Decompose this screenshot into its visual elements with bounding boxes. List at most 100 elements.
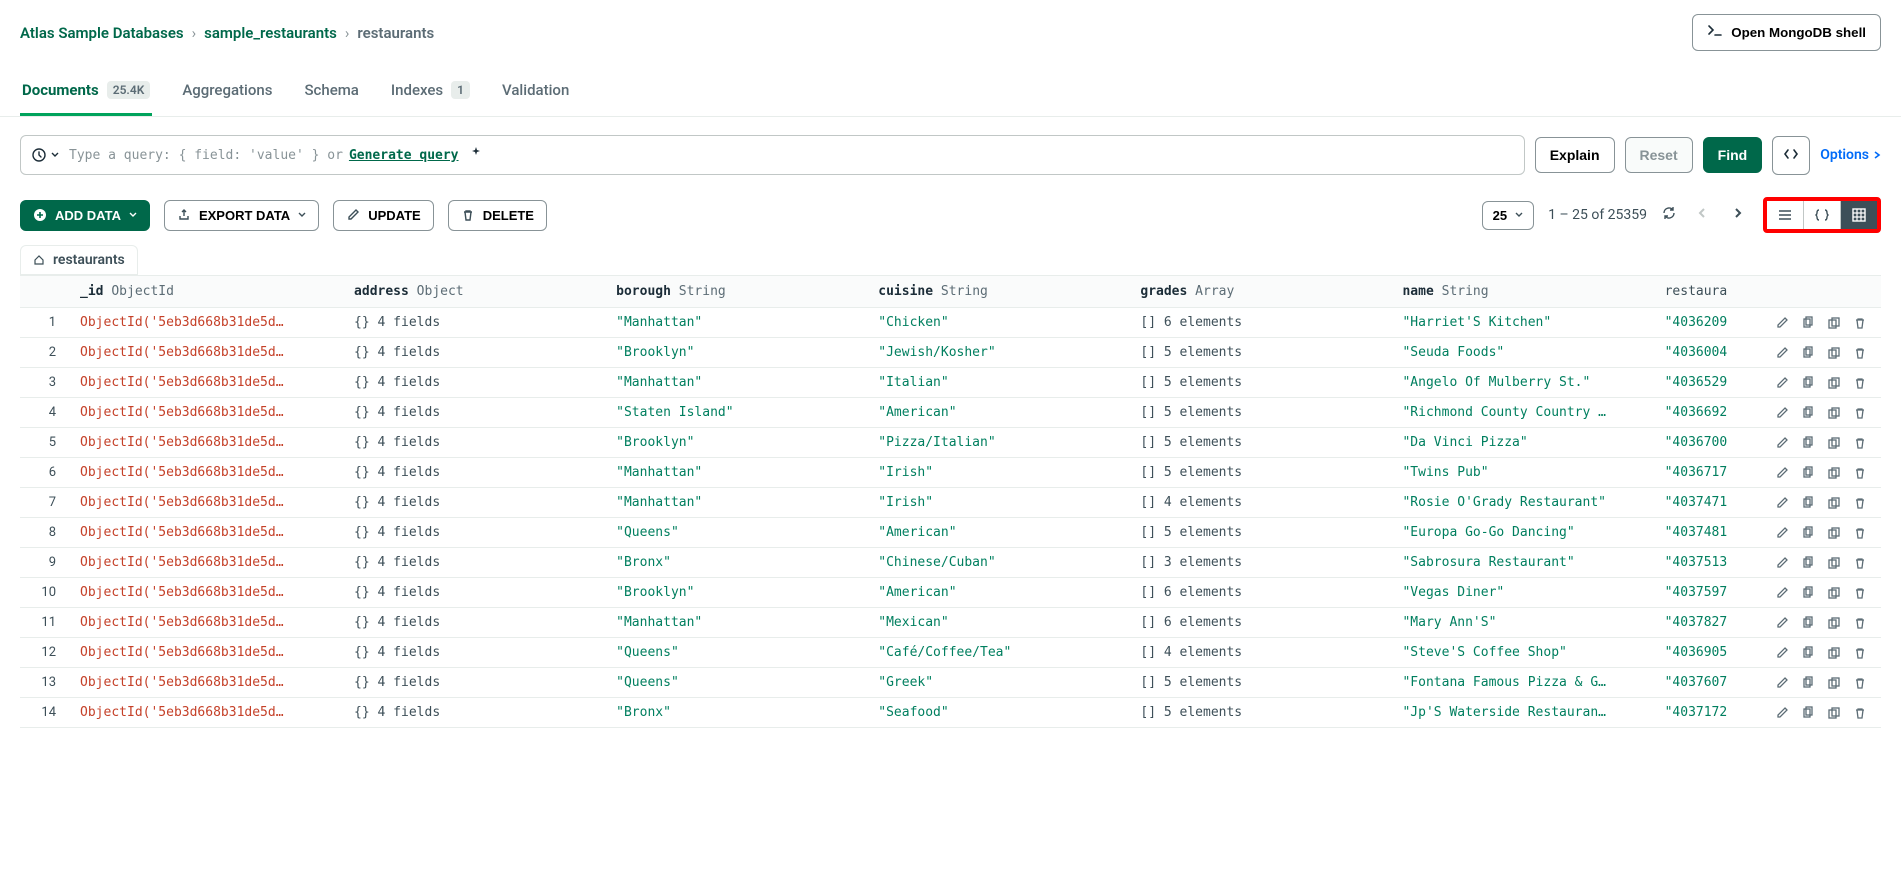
update-button[interactable]: UPDATE — [333, 200, 433, 231]
clone-icon[interactable] — [1827, 496, 1841, 510]
cell-name[interactable]: "Richmond County Country … — [1392, 398, 1654, 428]
edit-icon[interactable] — [1775, 496, 1789, 510]
cell-name[interactable]: "Seuda Foods" — [1392, 338, 1654, 368]
cell-borough[interactable]: "Manhattan" — [606, 458, 868, 488]
cell-restaurant-id[interactable]: "4036700 — [1655, 428, 1738, 458]
cell-address[interactable]: {} 4 fields — [344, 338, 606, 368]
table-row[interactable]: 8 ObjectId('5eb3d668b31de5d… {} 4 fields… — [20, 518, 1881, 548]
edit-icon[interactable] — [1775, 346, 1789, 360]
edit-icon[interactable] — [1775, 676, 1789, 690]
cell-borough[interactable]: "Brooklyn" — [606, 578, 868, 608]
tab-documents[interactable]: Documents 25.4K — [20, 67, 152, 116]
clone-icon[interactable] — [1827, 346, 1841, 360]
cell-address[interactable]: {} 4 fields — [344, 638, 606, 668]
cell-address[interactable]: {} 4 fields — [344, 518, 606, 548]
cell-name[interactable]: "Fontana Famous Pizza & G… — [1392, 668, 1654, 698]
cell-address[interactable]: {} 4 fields — [344, 548, 606, 578]
cell-name[interactable]: "Steve'S Coffee Shop" — [1392, 638, 1654, 668]
cell-borough[interactable]: "Staten Island" — [606, 398, 868, 428]
open-shell-button[interactable]: Open MongoDB shell — [1692, 14, 1881, 51]
cell-grades[interactable]: [] 4 elements — [1130, 488, 1392, 518]
cell-borough[interactable]: "Manhattan" — [606, 488, 868, 518]
cell-name[interactable]: "Rosie O'Grady Restaurant" — [1392, 488, 1654, 518]
clone-icon[interactable] — [1827, 616, 1841, 630]
cell-name[interactable]: "Vegas Diner" — [1392, 578, 1654, 608]
table-row[interactable]: 2 ObjectId('5eb3d668b31de5d… {} 4 fields… — [20, 338, 1881, 368]
cell-grades[interactable]: [] 5 elements — [1130, 458, 1392, 488]
edit-icon[interactable] — [1775, 436, 1789, 450]
trash-icon[interactable] — [1853, 436, 1867, 450]
cell-grades[interactable]: [] 4 elements — [1130, 638, 1392, 668]
view-list-button[interactable] — [1767, 201, 1803, 229]
trash-icon[interactable] — [1853, 586, 1867, 600]
cell-borough[interactable]: "Bronx" — [606, 548, 868, 578]
cell-id[interactable]: ObjectId('5eb3d668b31de5d… — [70, 638, 344, 668]
cell-id[interactable]: ObjectId('5eb3d668b31de5d… — [70, 668, 344, 698]
add-data-button[interactable]: ADD DATA — [20, 200, 150, 231]
cell-borough[interactable]: "Queens" — [606, 668, 868, 698]
cell-address[interactable]: {} 4 fields — [344, 578, 606, 608]
cell-grades[interactable]: [] 5 elements — [1130, 428, 1392, 458]
explain-button[interactable]: Explain — [1535, 137, 1615, 173]
clone-icon[interactable] — [1827, 406, 1841, 420]
cell-cuisine[interactable]: "Jewish/Kosher" — [868, 338, 1130, 368]
cell-restaurant-id[interactable]: "4037597 — [1655, 578, 1738, 608]
cell-grades[interactable]: [] 5 elements — [1130, 668, 1392, 698]
cell-restaurant-id[interactable]: "4037513 — [1655, 548, 1738, 578]
cell-name[interactable]: "Angelo Of Mulberry St." — [1392, 368, 1654, 398]
col-grades[interactable]: grades Array — [1130, 276, 1392, 308]
cell-cuisine[interactable]: "American" — [868, 578, 1130, 608]
cell-address[interactable]: {} 4 fields — [344, 488, 606, 518]
clone-icon[interactable] — [1827, 676, 1841, 690]
cell-cuisine[interactable]: "Pizza/Italian" — [868, 428, 1130, 458]
copy-icon[interactable] — [1801, 586, 1815, 600]
clone-icon[interactable] — [1827, 706, 1841, 720]
tab-schema[interactable]: Schema — [302, 67, 360, 116]
export-data-button[interactable]: EXPORT DATA — [164, 200, 319, 231]
cell-grades[interactable]: [] 6 elements — [1130, 608, 1392, 638]
cell-address[interactable]: {} 4 fields — [344, 668, 606, 698]
cell-id[interactable]: ObjectId('5eb3d668b31de5d… — [70, 698, 344, 728]
cell-restaurant-id[interactable]: "4036209 — [1655, 308, 1738, 338]
col-address[interactable]: address Object — [344, 276, 606, 308]
cell-cuisine[interactable]: "American" — [868, 398, 1130, 428]
col-cuisine[interactable]: cuisine String — [868, 276, 1130, 308]
copy-icon[interactable] — [1801, 376, 1815, 390]
table-breadcrumb-chip[interactable]: restaurants — [20, 245, 138, 275]
trash-icon[interactable] — [1853, 496, 1867, 510]
table-row[interactable]: 4 ObjectId('5eb3d668b31de5d… {} 4 fields… — [20, 398, 1881, 428]
cell-cuisine[interactable]: "Greek" — [868, 668, 1130, 698]
copy-icon[interactable] — [1801, 706, 1815, 720]
generate-query-link[interactable]: Generate query — [349, 148, 459, 163]
breadcrumb-root[interactable]: Atlas Sample Databases — [20, 24, 184, 42]
cell-grades[interactable]: [] 3 elements — [1130, 548, 1392, 578]
breadcrumb-db[interactable]: sample_restaurants — [204, 24, 337, 42]
cell-id[interactable]: ObjectId('5eb3d668b31de5d… — [70, 308, 344, 338]
cell-borough[interactable]: "Queens" — [606, 638, 868, 668]
cell-restaurant-id[interactable]: "4037481 — [1655, 518, 1738, 548]
cell-name[interactable]: "Mary Ann'S" — [1392, 608, 1654, 638]
view-json-button[interactable] — [1803, 201, 1840, 229]
cell-address[interactable]: {} 4 fields — [344, 698, 606, 728]
clone-icon[interactable] — [1827, 556, 1841, 570]
copy-icon[interactable] — [1801, 316, 1815, 330]
prev-page-button[interactable] — [1691, 202, 1713, 228]
trash-icon[interactable] — [1853, 406, 1867, 420]
clone-icon[interactable] — [1827, 316, 1841, 330]
cell-borough[interactable]: "Queens" — [606, 518, 868, 548]
copy-icon[interactable] — [1801, 406, 1815, 420]
edit-icon[interactable] — [1775, 406, 1789, 420]
cell-address[interactable]: {} 4 fields — [344, 458, 606, 488]
cell-cuisine[interactable]: "Chinese/Cuban" — [868, 548, 1130, 578]
cell-borough[interactable]: "Manhattan" — [606, 608, 868, 638]
trash-icon[interactable] — [1853, 556, 1867, 570]
cell-name[interactable]: "Sabrosura Restaurant" — [1392, 548, 1654, 578]
edit-icon[interactable] — [1775, 316, 1789, 330]
trash-icon[interactable] — [1853, 676, 1867, 690]
cell-cuisine[interactable]: "American" — [868, 518, 1130, 548]
edit-icon[interactable] — [1775, 376, 1789, 390]
copy-icon[interactable] — [1801, 616, 1815, 630]
cell-borough[interactable]: "Brooklyn" — [606, 338, 868, 368]
table-row[interactable]: 10 ObjectId('5eb3d668b31de5d… {} 4 field… — [20, 578, 1881, 608]
reset-button[interactable]: Reset — [1625, 137, 1693, 173]
